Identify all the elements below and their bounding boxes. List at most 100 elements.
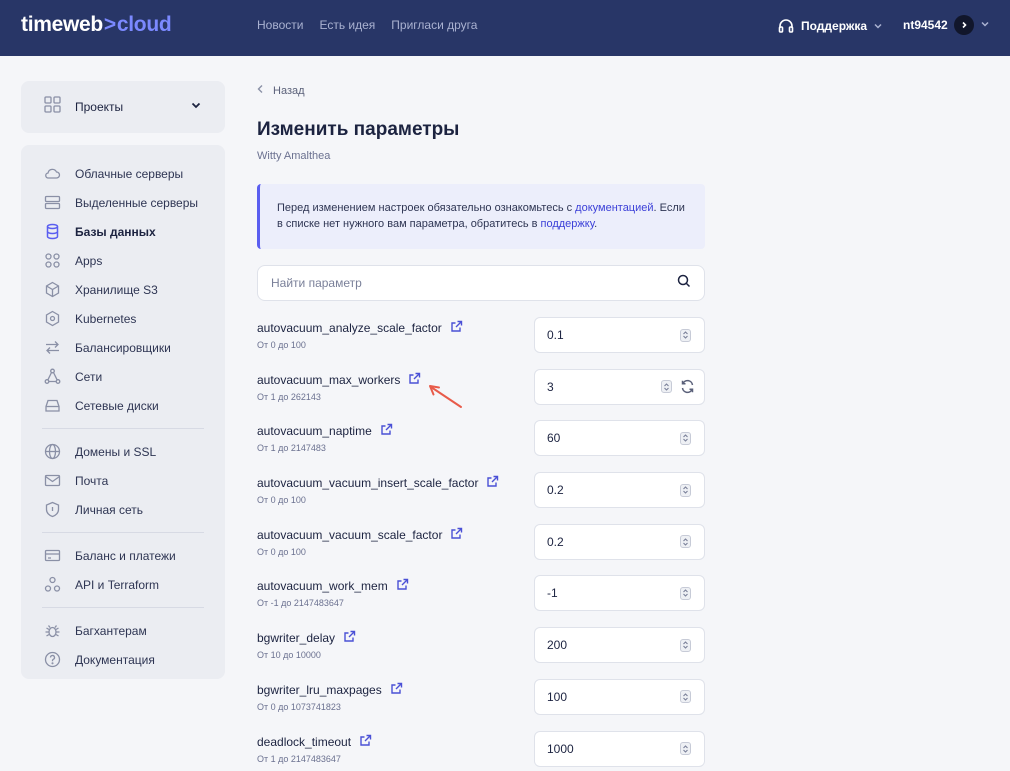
sidebar-item-api[interactable]: API и Terraform [21, 570, 225, 599]
reset-icon[interactable] [680, 379, 695, 394]
top-header: timeweb > cloud Новости Есть идея Пригла… [0, 0, 1010, 56]
external-link-icon[interactable] [450, 527, 463, 543]
param-value: 1000 [547, 741, 574, 756]
support-link[interactable]: поддержку [541, 218, 595, 230]
balancer-icon [44, 339, 61, 356]
sidebar-item-label: API и Terraform [75, 577, 160, 592]
sidebar-item-mail[interactable]: Почта [21, 466, 225, 495]
sidebar-item-label: Облачные серверы [75, 166, 184, 181]
sidebar-item-network-disks[interactable]: Сетевые диски [21, 391, 225, 420]
param-range: От 0 до 100 [257, 495, 306, 506]
chevron-left-icon [257, 84, 264, 97]
stepper-icon[interactable] [680, 638, 691, 652]
page-title: Изменить параметры [257, 119, 460, 140]
projects-dropdown[interactable]: Проекты [21, 81, 225, 133]
stepper-icon[interactable] [680, 690, 691, 704]
external-link-icon[interactable] [408, 372, 421, 388]
external-link-icon[interactable] [343, 630, 356, 646]
external-link-icon[interactable] [396, 578, 409, 594]
stepper-icon[interactable] [680, 328, 691, 342]
param-row: autovacuum_work_mem От -1 до 2147483647 -1 [257, 575, 705, 627]
nav-news[interactable]: Новости [257, 18, 303, 32]
param-value: 3 [547, 379, 554, 394]
param-value-input[interactable]: 0.2 [534, 472, 705, 509]
chevron-down-icon [980, 18, 990, 32]
cloud-icon [44, 165, 61, 182]
documentation-link[interactable]: документацией [575, 202, 653, 214]
sidebar-item-networks[interactable]: Сети [21, 362, 225, 391]
sidebar-item-bughunters[interactable]: Багхантерам [21, 616, 225, 645]
param-value-input[interactable]: 3 [534, 368, 705, 405]
external-link-icon[interactable] [486, 475, 499, 491]
param-range: От 1 до 2147483647 [257, 753, 341, 764]
param-value-input[interactable]: 60 [534, 420, 705, 457]
sidebar-item-label: Багхантерам [75, 623, 147, 638]
info-note: Перед изменением настроек обязательно оз… [257, 184, 705, 249]
sidebar-item-cloud-servers[interactable]: Облачные серверы [21, 159, 225, 188]
api-icon [44, 576, 61, 593]
param-value-input[interactable]: 100 [534, 678, 705, 715]
chevron-down-icon [873, 21, 883, 31]
sidebar-item-databases[interactable]: Базы данных [21, 217, 225, 246]
sidebar-item-balancers[interactable]: Балансировщики [21, 333, 225, 362]
external-link-icon[interactable] [390, 682, 403, 698]
note-text: Перед изменением настроек обязательно оз… [277, 202, 576, 214]
param-row: autovacuum_analyze_scale_factor От 0 до 1… [257, 317, 705, 369]
stepper-icon[interactable] [680, 483, 691, 497]
param-value-input[interactable]: -1 [534, 575, 705, 612]
param-range: От 0 до 1073741823 [257, 701, 341, 712]
search-icon[interactable] [677, 274, 691, 293]
annotation-arrow-icon [429, 385, 462, 408]
chevron-down-icon [190, 98, 202, 116]
account-arrow-icon[interactable] [953, 15, 974, 35]
network-icon [44, 368, 61, 385]
stepper-icon[interactable] [680, 586, 691, 600]
note-text: . [594, 218, 598, 230]
param-value: 0.2 [547, 534, 564, 549]
sidebar-item-label: Почта [75, 473, 109, 488]
sidebar-item-domains[interactable]: Домены и SSL [21, 437, 225, 466]
external-link-icon[interactable] [359, 734, 372, 750]
stepper-icon[interactable] [661, 380, 672, 394]
sidebar-menu: Облачные серверы Выделенные серверы Базы… [21, 145, 225, 679]
param-name: autovacuum_max_workers [257, 372, 421, 388]
param-search [257, 265, 705, 301]
param-value: 60 [547, 431, 561, 446]
param-value-input[interactable]: 1000 [534, 730, 705, 767]
sidebar-item-label: Выделенные серверы [75, 195, 199, 210]
search-input[interactable] [271, 276, 677, 290]
apps-icon [44, 252, 61, 269]
nav-invite[interactable]: Пригласи друга [391, 18, 477, 32]
stepper-icon[interactable] [680, 535, 691, 549]
param-value-input[interactable]: 0.2 [534, 523, 705, 560]
sidebar-item-storage-s3[interactable]: Хранилище S3 [21, 275, 225, 304]
stepper-icon[interactable] [680, 431, 691, 445]
external-link-icon[interactable] [450, 320, 463, 336]
param-value-input[interactable]: 0.1 [534, 317, 705, 353]
param-name-label: autovacuum_naptime [257, 424, 372, 439]
sidebar-item-label: Kubernetes [75, 311, 137, 326]
sidebar-item-dedicated-servers[interactable]: Выделенные серверы [21, 188, 225, 217]
disk-icon [44, 397, 61, 414]
param-range: От 1 до 262143 [257, 391, 321, 402]
sidebar-item-docs[interactable]: Документация [21, 645, 225, 674]
sidebar-item-label: Личная сеть [75, 502, 143, 517]
param-value-input[interactable]: 200 [534, 627, 705, 664]
user-menu[interactable]: nt94542 [903, 15, 990, 35]
bug-icon [44, 622, 61, 639]
stepper-icon[interactable] [680, 742, 691, 755]
support-menu[interactable]: Поддержка [777, 17, 883, 35]
support-label: Поддержка [801, 19, 868, 33]
sidebar-divider [42, 607, 204, 608]
sidebar-item-private-network[interactable]: Личная сеть [21, 495, 225, 524]
external-link-icon[interactable] [380, 423, 393, 439]
logo[interactable]: timeweb > cloud [21, 13, 172, 37]
sidebar-item-billing[interactable]: Баланс и платежи [21, 541, 225, 570]
sidebar-item-kubernetes[interactable]: Kubernetes [21, 304, 225, 333]
nav-idea[interactable]: Есть идея [319, 18, 375, 32]
sidebar-item-label: Хранилище S3 [75, 282, 158, 297]
param-row: autovacuum_vacuum_scale_factor От 0 до 10… [257, 523, 705, 576]
server-icon [44, 194, 61, 211]
back-link[interactable]: Назад [257, 84, 305, 97]
sidebar-item-apps[interactable]: Apps [21, 246, 225, 275]
